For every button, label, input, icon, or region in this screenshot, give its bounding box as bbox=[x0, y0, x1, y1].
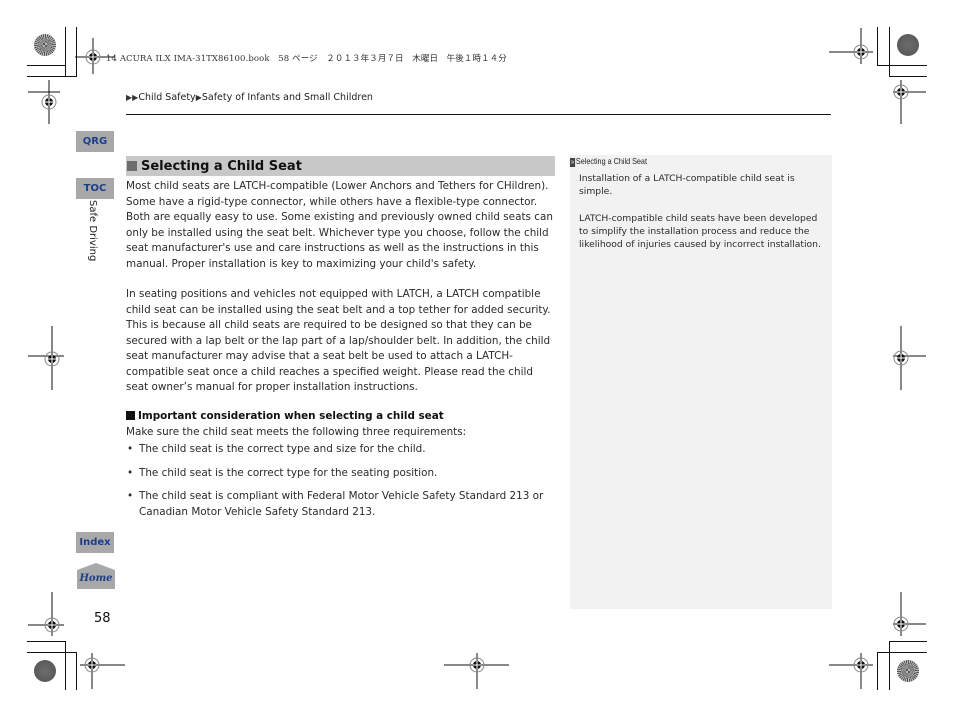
home-button[interactable]: Home bbox=[77, 563, 115, 589]
note-paragraph: LATCH-compatible child seats have been d… bbox=[579, 212, 821, 251]
list-item: The child seat is the correct type and s… bbox=[126, 442, 555, 458]
sub-heading: Important consideration when selecting a… bbox=[126, 410, 555, 422]
paragraph: Most child seats are LATCH-compatible (L… bbox=[126, 180, 553, 270]
requirements-list: The child seat is the correct type and s… bbox=[126, 442, 555, 520]
toc-button[interactable]: TOC bbox=[76, 178, 114, 199]
home-tab-icon: Home bbox=[77, 563, 115, 589]
note-arrow-icon: » bbox=[570, 158, 576, 167]
list-item: The child seat is compliant with Federal… bbox=[126, 489, 555, 520]
note-title-text: Selecting a Child Seat bbox=[575, 156, 647, 166]
qrg-button[interactable]: QRG bbox=[76, 131, 114, 152]
breadcrumb: ▶▶Child Safety▶Safety of Infants and Sma… bbox=[126, 92, 373, 103]
main-content: Selecting a Child Seat Most child seats … bbox=[126, 156, 555, 528]
section-heading-text: Selecting a Child Seat bbox=[141, 158, 302, 174]
index-button[interactable]: Index bbox=[76, 532, 114, 553]
sub-heading-text: Important consideration when selecting a… bbox=[138, 409, 444, 422]
page-number: 58 bbox=[94, 611, 111, 626]
header-rule bbox=[126, 114, 831, 115]
home-label: Home bbox=[78, 573, 112, 584]
note-panel: » Selecting a Child Seat Installation of … bbox=[570, 155, 832, 609]
paragraph: In seating positions and vehicles not eq… bbox=[126, 288, 551, 393]
section-heading: Selecting a Child Seat bbox=[126, 156, 555, 176]
note-body: Installation of a LATCH-compatible child… bbox=[579, 172, 825, 264]
note-paragraph: Installation of a LATCH-compatible child… bbox=[579, 173, 795, 198]
list-item: The child seat is the correct type for t… bbox=[126, 466, 555, 482]
note-title: » Selecting a Child Seat bbox=[570, 156, 647, 167]
section-label: Safe Driving bbox=[87, 200, 98, 262]
breadcrumb-item-safety-of-infants[interactable]: Safety of Infants and Small Children bbox=[202, 92, 373, 103]
heading-square-icon bbox=[127, 161, 137, 171]
subheading-square-icon bbox=[126, 411, 135, 420]
breadcrumb-arrow-icon: ▶▶ bbox=[126, 93, 139, 102]
breadcrumb-item-child-safety[interactable]: Child Safety bbox=[138, 92, 195, 103]
print-header: 14 ACURA ILX IMA-31TX86100.book 58 ページ ２… bbox=[106, 54, 507, 64]
requirements-intro: Make sure the child seat meets the follo… bbox=[126, 425, 467, 438]
